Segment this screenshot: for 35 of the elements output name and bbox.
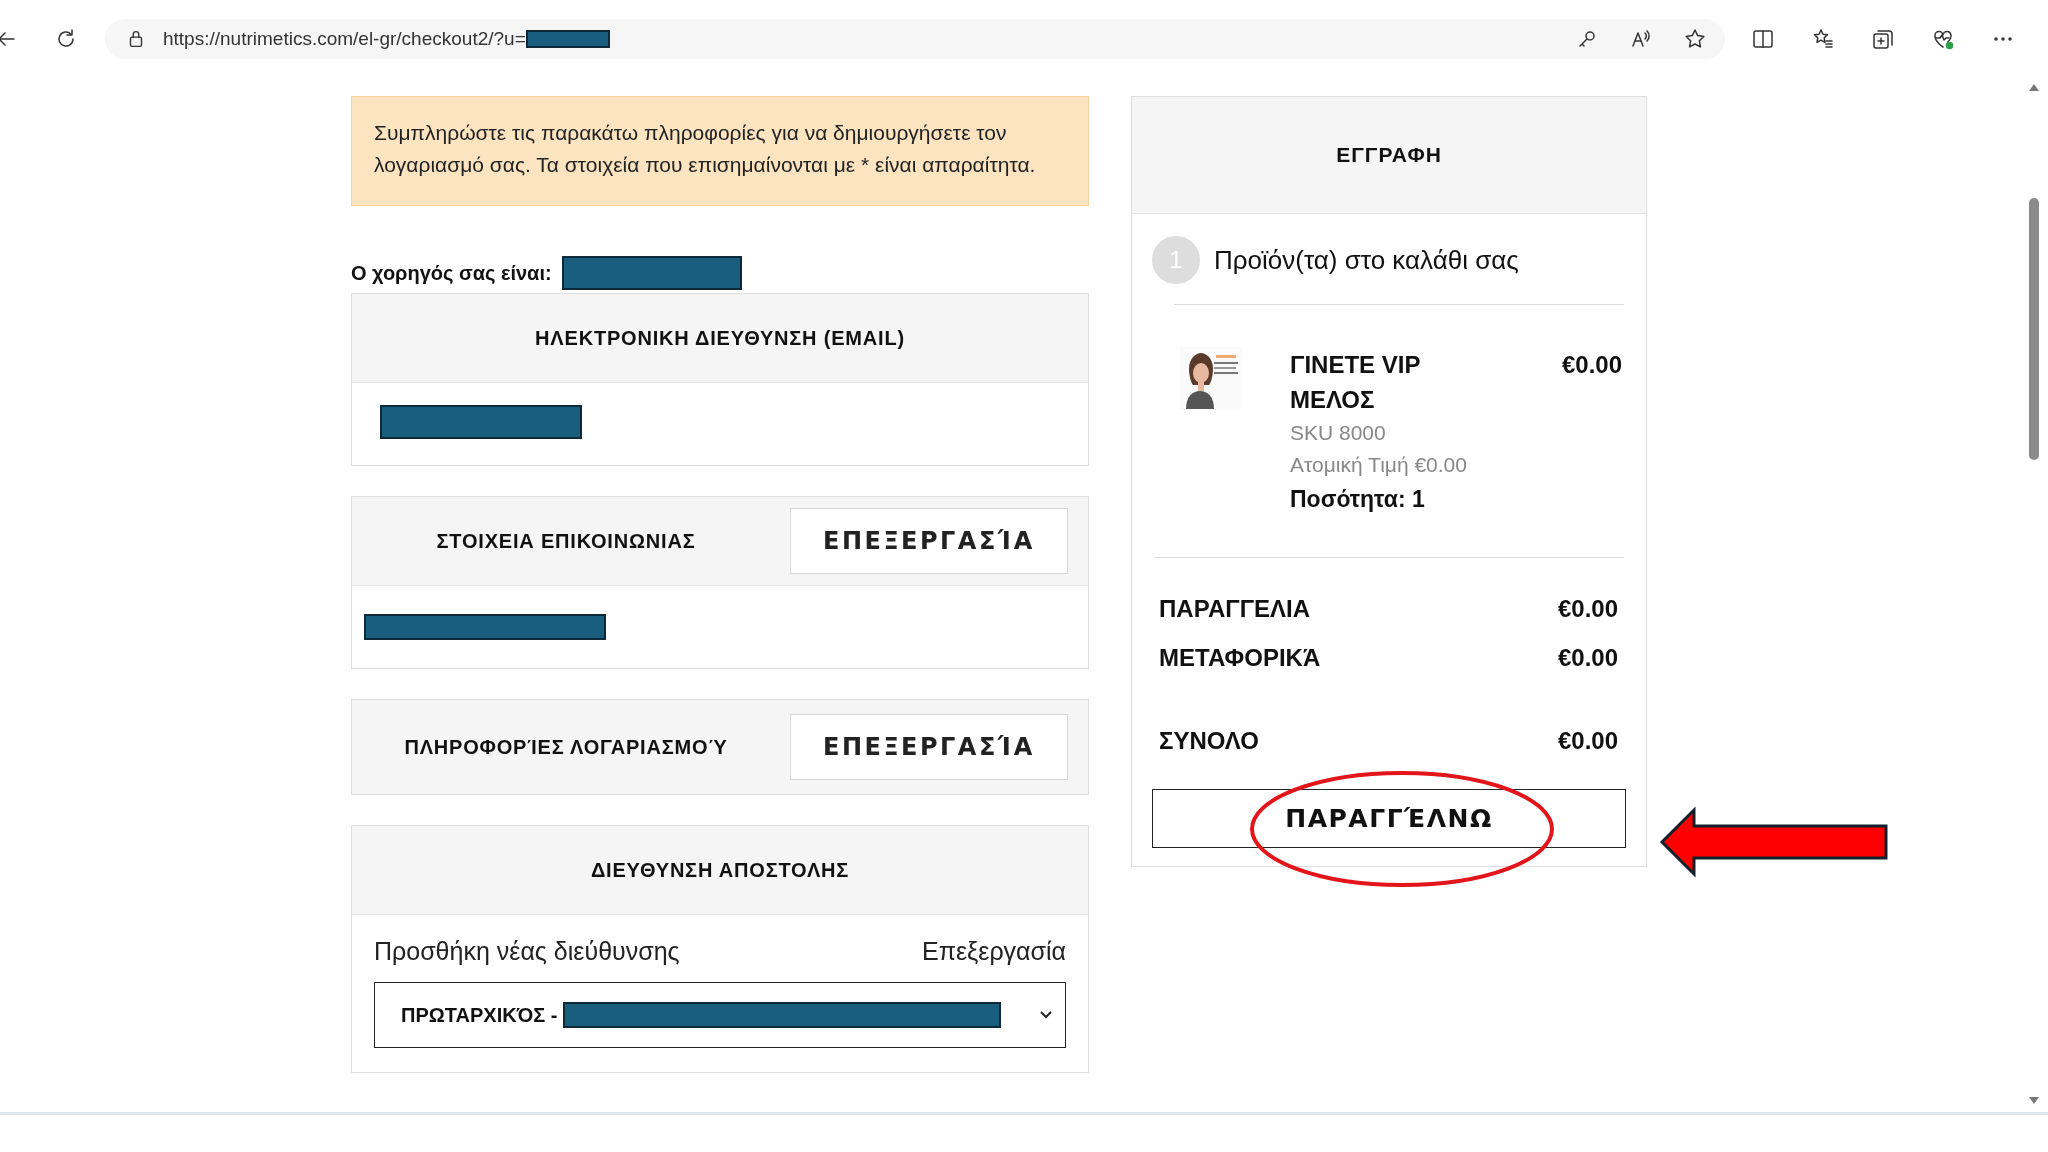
place-order-button[interactable]: ΠΑΡΑΓΓΈΛΝΩ (1152, 789, 1626, 848)
scroll-down-icon[interactable] (2027, 1096, 2041, 1106)
scrollbar-thumb[interactable] (2029, 198, 2039, 460)
total-label: ΜΕΤΑΦΟΡΙΚΆ (1159, 643, 1321, 673)
total-value: €0.00 (1557, 643, 1618, 673)
favorites-icon[interactable] (1811, 27, 1835, 51)
collections-icon[interactable] (1871, 27, 1895, 51)
step-label: Προϊόν(τα) στο καλάθι σας (1214, 244, 1519, 276)
edit-button[interactable]: ΕΠΕΞΕΡΓΑΣΊΑ (790, 508, 1068, 574)
unit-price: Ατομική Τιμή €0.00 (1290, 452, 1468, 478)
panel-title: ΕΓΓΡΑΦΗ (1132, 97, 1646, 214)
total-label: ΣΥΝΟΛΟ (1159, 726, 1259, 756)
product-sku: SKU 8000 (1290, 420, 1387, 446)
sponsor-label: Ο χορηγός σας είναι: (351, 261, 552, 285)
total-label: ΠΑΡΑΓΓΕΛΙΑ (1159, 594, 1311, 624)
product-price: €0.00 (1561, 350, 1622, 380)
product-name: ΓΙΝΕΤΕ VIP ΜΕΛΟΣ (1290, 350, 1422, 415)
quantity: Ποσότητα: 1 (1290, 485, 1426, 514)
section-title: ΠΛΗΡΟΦΟΡΊΕΣ ΛΟΓΑΡΙΑΣΜΟΎ (403, 735, 729, 759)
scroll-up-icon[interactable] (2027, 82, 2041, 92)
url-text: https://nutrimetics.com/el-gr/checkout2/?u= (163, 28, 526, 50)
split-screen-icon[interactable] (1751, 27, 1775, 51)
total-value: €0.00 (1557, 726, 1618, 756)
info-notice: Συμπληρώστε τις παρακάτω πληροφορίες για να δημιουργήσετε τον λογαριασμό σας. Τα στοιχεία που επισημαίνονται με * είναι απαραίτητα. (351, 96, 1089, 206)
address-select[interactable]: ΠΡΩΤΑΡΧΙΚΌΣ - (374, 982, 1066, 1048)
section-title: ΔΙΕΥΘΥΝΣΗ ΑΠΟΣΤΟΛΗΣ (589, 858, 851, 882)
star-icon[interactable] (1683, 27, 1707, 51)
edit-button[interactable]: ΕΠΕΞΕΡΓΑΣΊΑ (790, 714, 1068, 780)
section-title: ΗΛΕΚΤΡΟΝΙΚΗ ΔΙΕΥΘΥΝΣΗ (EMAIL) (534, 326, 906, 350)
add-address-link[interactable]: Προσθήκη νέας διεύθυνσης (374, 937, 680, 966)
edit-link[interactable]: Επεξεργασία (921, 937, 1066, 966)
section-title: ΣΤΟΙΧΕΙΑ ΕΠΙΚΟΙΝΩΝΙΑΣ (435, 529, 697, 553)
address-bar[interactable]: https://nutrimetics.com/el-gr/checkout2/?u= (105, 19, 1725, 59)
total-value: €0.00 (1557, 594, 1618, 624)
chevron-icon (1039, 1010, 1053, 1020)
